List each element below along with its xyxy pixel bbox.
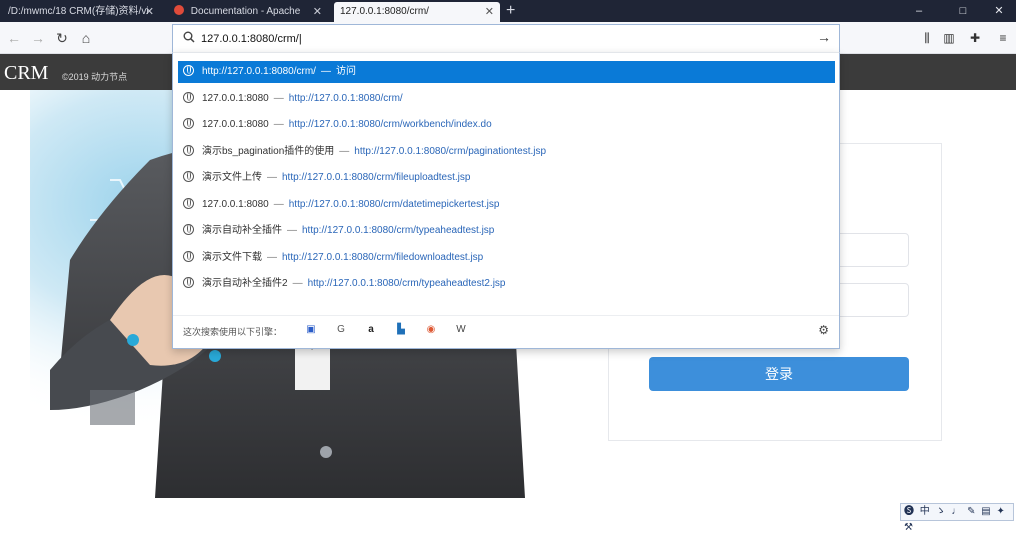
suggestion-item[interactable]: 演示自动补全插件2 — http://127.0.0.1:8080/crm/type… [178, 273, 835, 295]
tab-documentation[interactable]: Documentation - Apache ✕ [168, 2, 328, 22]
menu-icon[interactable]: ≡ [994, 29, 1012, 47]
tab-close-icon[interactable]: ✕ [485, 2, 494, 22]
globe-icon [183, 144, 194, 156]
baidu-icon[interactable]: ▣ [304, 323, 318, 337]
go-arrow-icon[interactable]: → [817, 29, 831, 45]
suggestion-item[interactable]: 127.0.0.1:8080 — http://127.0.0.1:8080/crm… [178, 88, 835, 110]
search-engine-bar: 这次搜索使用以下引擎： ▣ G a ▙ ◉ W ⚙ [173, 315, 839, 345]
suggestion-url: http://127.0.0.1:8080/crm/fileuploadtest… [282, 172, 471, 183]
home-button[interactable]: ⌂ [76, 28, 96, 48]
search-engines-label: 这次搜索使用以下引擎： [183, 327, 283, 337]
suggestion-separator: — [339, 145, 350, 157]
suggestion-title: 127.0.0.1:8080 [202, 92, 269, 104]
suggestion-item[interactable]: 演示自动补全插件 — http://127.0.0.1:8080/crm/typea… [178, 220, 835, 242]
globe-icon [183, 197, 194, 209]
ime-logo-icon[interactable]: 🅢 [904, 504, 914, 520]
suggestion-separator: — [320, 66, 331, 77]
suggestion-title: 演示自动补全插件 [202, 225, 282, 236]
close-window-button[interactable]: ✕ [984, 0, 1014, 22]
duckduckgo-icon[interactable]: ◉ [424, 323, 438, 337]
tab-crm-active[interactable]: 127.0.0.1:8080/crm/ ✕ [334, 2, 500, 22]
reload-button[interactable]: ↻ [52, 28, 72, 48]
suggestion-url: http://127.0.0.1:8080/crm/filedownloadte… [282, 251, 484, 263]
suggestion-url: 访问 [335, 66, 356, 77]
suggestion-url: http://127.0.0.1:8080/crm/typeaheadtest2… [307, 278, 506, 289]
suggestion-separator: — [267, 251, 277, 263]
ime-toolbar: 🅢 中 ゝ ♩ ✎ ▤ ✦ ⚒ [900, 503, 1014, 533]
apache-favicon-icon [174, 5, 184, 15]
bing-icon[interactable]: ▙ [394, 323, 408, 337]
ime-lang-toggle[interactable]: 中 [920, 504, 930, 520]
globe-icon [183, 277, 194, 288]
url-input[interactable] [201, 29, 801, 49]
suggestion-url: http://127.0.0.1:8080/crm/paginationtest… [354, 145, 547, 157]
ime-voice-icon[interactable]: ♩ [951, 504, 961, 520]
globe-icon [183, 91, 194, 103]
suggestion-url: http://127.0.0.1:8080/crm/workbench/inde… [288, 119, 492, 130]
suggestion-item[interactable]: 127.0.0.1:8080 — http://127.0.0.1:8080/crm… [178, 194, 835, 216]
suggestion-title: http://127.0.0.1:8080/crm/ [202, 66, 316, 77]
address-bar[interactable]: → [172, 24, 840, 52]
suggestion-title: 演示文件上传 [202, 172, 262, 183]
suggestion-title: 127.0.0.1:8080 [202, 198, 269, 210]
tab-close-icon[interactable]: ✕ [313, 2, 322, 22]
ime-handwriting-icon[interactable]: ✎ [967, 504, 975, 520]
ime-tools-icon[interactable]: ⚒ [904, 520, 913, 536]
library-icon[interactable]: ⫼ [918, 29, 936, 47]
login-button[interactable]: 登录 [649, 357, 909, 391]
new-tab-button[interactable]: + [506, 1, 515, 21]
amazon-icon[interactable]: a [364, 323, 378, 337]
search-icon [183, 31, 195, 43]
ime-skin-icon[interactable]: ✦ [997, 504, 1005, 520]
maximize-button[interactable]: □ [948, 0, 978, 22]
suggestion-url: http://127.0.0.1:8080/crm/ [288, 92, 403, 104]
tab-title: /D:/mwmc/18 CRM(存储)资料/vi [8, 6, 149, 17]
suggestion-url: http://127.0.0.1:8080/crm/datetimepicker… [288, 198, 500, 210]
minimize-button[interactable]: – [904, 0, 934, 22]
wikipedia-icon[interactable]: W [454, 323, 468, 337]
sidebar-icon[interactable]: ▥ [940, 29, 958, 47]
globe-icon [183, 171, 194, 182]
suggestion-title: 127.0.0.1:8080 [202, 119, 269, 130]
extension-icon[interactable]: ✚ [966, 29, 984, 47]
ime-keyboard-icon[interactable]: ▤ [981, 504, 990, 520]
brand-logo: CRM [4, 62, 49, 84]
tab-title: 127.0.0.1:8080/crm/ [340, 6, 429, 17]
suggestion-item[interactable]: 演示文件上传 — http://127.0.0.1:8080/crm/fileupl… [178, 167, 835, 189]
suggestion-separator: — [267, 172, 277, 183]
globe-icon [183, 250, 194, 262]
suggestion-item[interactable]: 演示文件下载 — http://127.0.0.1:8080/crm/filedow… [178, 247, 835, 269]
brand-subtitle: ©2019 动力节点 [62, 72, 128, 82]
suggestion-separator: — [273, 198, 284, 210]
tab-title: Documentation - Apache [190, 6, 301, 17]
tab-close-icon[interactable]: ✕ [145, 2, 154, 22]
google-icon[interactable]: G [334, 323, 348, 337]
tab-strip: /D:/mwmc/18 CRM(存储)资料/vi ✕ Documentation… [0, 0, 1016, 22]
suggestion-title: 演示bs_pagination插件的使用 [202, 145, 335, 157]
back-button[interactable]: ← [4, 28, 24, 48]
forward-button[interactable]: → [28, 28, 48, 48]
suggestion-item[interactable]: 演示bs_pagination插件的使用 — http://127.0.0.1:80… [178, 141, 835, 163]
suggestion-separator: — [287, 225, 297, 236]
suggestion-item[interactable]: http://127.0.0.1:8080/crm/ — 访问 [178, 61, 835, 83]
globe-icon [183, 224, 194, 235]
ime-punct-icon[interactable]: ゝ [936, 504, 946, 520]
globe-icon [183, 65, 194, 76]
suggestion-item[interactable]: 127.0.0.1:8080 — http://127.0.0.1:8080/crm… [178, 114, 835, 136]
suggestion-title: 演示文件下载 [202, 251, 262, 263]
settings-gear-icon[interactable]: ⚙ [818, 323, 829, 337]
suggestion-url: http://127.0.0.1:8080/crm/typeaheadtest.… [302, 225, 495, 236]
url-suggestions-dropdown: http://127.0.0.1:8080/crm/ — 访问 127.0.0.1:8… [172, 52, 840, 349]
suggestion-separator: — [273, 119, 284, 130]
tab-local-file[interactable]: /D:/mwmc/18 CRM(存储)资料/vi ✕ [2, 2, 160, 22]
suggestion-separator: — [292, 278, 303, 289]
suggestion-separator: — [273, 92, 284, 104]
globe-icon [183, 118, 194, 129]
suggestion-title: 演示自动补全插件2 [202, 278, 288, 289]
